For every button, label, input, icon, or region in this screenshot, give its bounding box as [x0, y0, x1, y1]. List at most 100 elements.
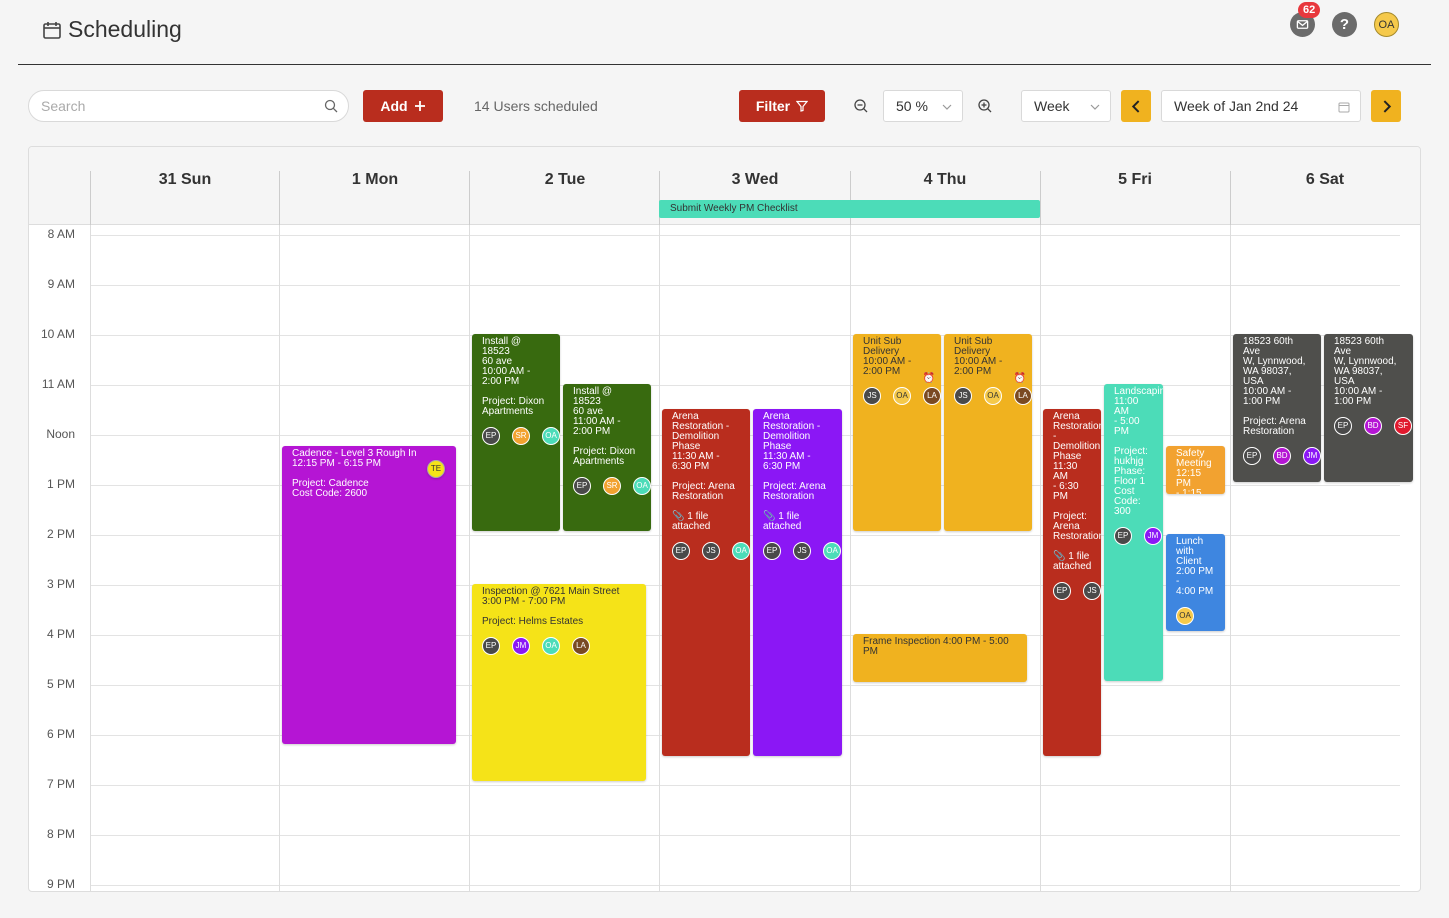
zoom-out-icon[interactable]	[853, 98, 869, 114]
event-text: 2:00 PM	[863, 366, 901, 377]
calendar-event[interactable]: Lunch with Client 2:00 PM -4:00 PM OA	[1166, 534, 1225, 631]
help-icon[interactable]: ?	[1332, 12, 1357, 37]
event-text: 18523 60th Ave	[1243, 336, 1296, 357]
assignee-avatar[interactable]: LA	[572, 637, 590, 655]
hour-gridline	[90, 385, 1400, 386]
zoom-in-icon[interactable]	[977, 98, 993, 114]
event-text: 300	[1114, 506, 1131, 517]
search-input[interactable]	[29, 91, 299, 121]
assignee-avatar[interactable]: JM	[512, 637, 530, 655]
mail-icon[interactable]: 62	[1290, 2, 1321, 37]
calendar-event[interactable]: Frame Inspection 4:00 PM - 5:00 PM	[853, 634, 1027, 682]
hour-label: Noon	[46, 427, 75, 441]
hour-gridline	[90, 285, 1400, 286]
assignee-avatar[interactable]: BD	[1273, 447, 1291, 465]
assignee-avatar[interactable]: JS	[1083, 582, 1101, 600]
scheduling-page: Scheduling 62 ? OA Add 14 Users schedule…	[0, 0, 1449, 918]
assignee-avatar[interactable]: JM	[1144, 527, 1162, 545]
add-button[interactable]: Add	[363, 90, 443, 122]
calendar-header: 31 Sun 1 Mon 2 Tue 3 Wed 4 Thu 5 Fri 6 S…	[29, 147, 1420, 225]
assignee-avatar[interactable]: JM	[1303, 447, 1321, 465]
assignee-avatar[interactable]: EP	[573, 477, 591, 495]
assignee-avatar[interactable]: EP	[482, 637, 500, 655]
assignee-avatar[interactable]: OA	[823, 542, 841, 560]
filter-button[interactable]: Filter	[739, 90, 825, 122]
user-avatar[interactable]: OA	[1374, 12, 1399, 37]
next-week-button[interactable]	[1371, 90, 1401, 122]
assignee-avatar[interactable]: JS	[954, 387, 972, 405]
event-text: 6:30 PM	[672, 461, 710, 472]
event-text: 11:00 AM	[1114, 396, 1141, 417]
day-header-sat[interactable]: 6 Sat	[1230, 171, 1420, 189]
week-picker[interactable]: Week of Jan 2nd 24	[1161, 90, 1361, 122]
assignee-avatar[interactable]: EP	[763, 542, 781, 560]
assignee-avatar[interactable]: SR	[603, 477, 621, 495]
hour-gridline	[90, 335, 1400, 336]
calendar-event[interactable]: Install @ 18523 60 ave 10:00 AM -2:00 PM Pr…	[472, 334, 560, 531]
assignee-avatar[interactable]: BD	[1364, 417, 1382, 435]
assignee-avatar[interactable]: SR	[512, 427, 530, 445]
event-text: 2:00 PM -	[1176, 566, 1217, 587]
event-text: Install @ 18523	[573, 386, 615, 407]
zoom-select[interactable]: 50 %	[883, 90, 963, 122]
event-text: 1:00 PM	[1243, 396, 1281, 407]
assignee-avatar[interactable]: LA	[923, 387, 941, 405]
hour-label: 7 PM	[46, 777, 75, 791]
assignee-avatar[interactable]: OA	[542, 427, 560, 445]
event-avatar[interactable]: TE	[427, 460, 445, 478]
search-box	[28, 90, 349, 122]
assignee-avatar[interactable]: OA	[633, 477, 651, 495]
assignee-avatar[interactable]: OA	[542, 637, 560, 655]
calendar-icon	[1338, 102, 1350, 113]
assignee-avatar[interactable]: JS	[793, 542, 811, 560]
assignee-avatar[interactable]: OA	[893, 387, 911, 405]
assignee-avatar[interactable]: OA	[984, 387, 1002, 405]
assignee-avatar[interactable]: EP	[672, 542, 690, 560]
event-avatars: JS OA LA	[954, 387, 1032, 405]
event-text: TE	[430, 464, 442, 473]
assignee-avatar[interactable]: OA	[1176, 607, 1194, 625]
day-header-tue[interactable]: 2 Tue	[470, 171, 660, 189]
assignee-avatar[interactable]: OA	[732, 542, 750, 560]
assignee-avatar[interactable]: JS	[863, 387, 881, 405]
event-avatars: EP BD JM	[1243, 447, 1321, 465]
alarm-icon: ⏰	[922, 373, 935, 384]
prev-week-button[interactable]	[1121, 90, 1151, 122]
assignee-avatar[interactable]: SF	[1394, 417, 1412, 435]
day-header-thu[interactable]: 4 Thu	[850, 171, 1040, 189]
calendar-event[interactable]: Inspection @ 7621 Main Street 3:00 PM - 7…	[472, 584, 646, 781]
assignee-avatar[interactable]: EP	[1334, 417, 1352, 435]
view-select[interactable]: Week	[1021, 90, 1111, 122]
day-header-wed[interactable]: 3 Wed	[660, 171, 850, 189]
calendar-event[interactable]: Arena Restoration - Demolition Phase 11:30 A…	[662, 409, 750, 756]
calendar-event[interactable]: Arena Restoration - Demolition Phase 11:30 A…	[753, 409, 842, 756]
day-header-sun[interactable]: 31 Sun	[90, 171, 280, 189]
calendar-event[interactable]: Cadence - Level 3 Rough In 12:15 PM - 6:1…	[282, 446, 456, 744]
search-icon[interactable]	[324, 99, 338, 113]
assignee-avatar[interactable]: EP	[482, 427, 500, 445]
chevron-left-icon	[1131, 99, 1139, 113]
assignee-avatar[interactable]: JS	[702, 542, 720, 560]
assignee-avatar[interactable]: EP	[1053, 582, 1071, 600]
calendar-event[interactable]: 18523 60th Ave W, Lynnwood, WA 98037, USA 1…	[1233, 334, 1321, 482]
assignee-avatar[interactable]: EP	[1243, 447, 1261, 465]
assignee-avatar[interactable]: LA	[1014, 387, 1032, 405]
day-column-separator	[469, 225, 470, 891]
calendar-event[interactable]: Arena Restoration - Demolition Phase 11:30 AM…	[1043, 409, 1101, 756]
hour-label: 6 PM	[46, 727, 75, 741]
calendar-event[interactable]: 18523 60th Ave W, Lynnwood, WA 98037, USA 1…	[1324, 334, 1413, 482]
day-header-mon[interactable]: 1 Mon	[280, 171, 470, 189]
calendar-event[interactable]: Landscaping11:00 AM- 5:00 PMProject:hukh…	[1104, 384, 1163, 681]
view-value: Week	[1034, 98, 1070, 114]
hour-label: 9 AM	[47, 277, 75, 291]
assignee-avatar[interactable]: EP	[1114, 527, 1132, 545]
calendar-event[interactable]: SafetyMeeting12:15 PM- 1:15 PM	[1166, 446, 1225, 494]
event-avatars: EP JS OA	[763, 542, 841, 560]
calendar-event[interactable]: Install @ 18523 60 ave 11:00 AM -2:00 PM Pr…	[563, 384, 651, 531]
allday-event[interactable]: Submit Weekly PM Checklist	[659, 200, 1040, 218]
day-header-fri[interactable]: 5 Fri	[1040, 171, 1230, 189]
calendar-event[interactable]: Unit Sub Delivery 10:00 AM -2:00 PM ⏰ JS OA LA	[944, 334, 1032, 531]
event-avatars: JS OA LA	[863, 387, 941, 405]
calendar-event[interactable]: Unit Sub Delivery 10:00 AM -2:00 PM ⏰ JS OA LA	[853, 334, 941, 531]
event-avatars: EP JM OA LA	[482, 637, 636, 655]
